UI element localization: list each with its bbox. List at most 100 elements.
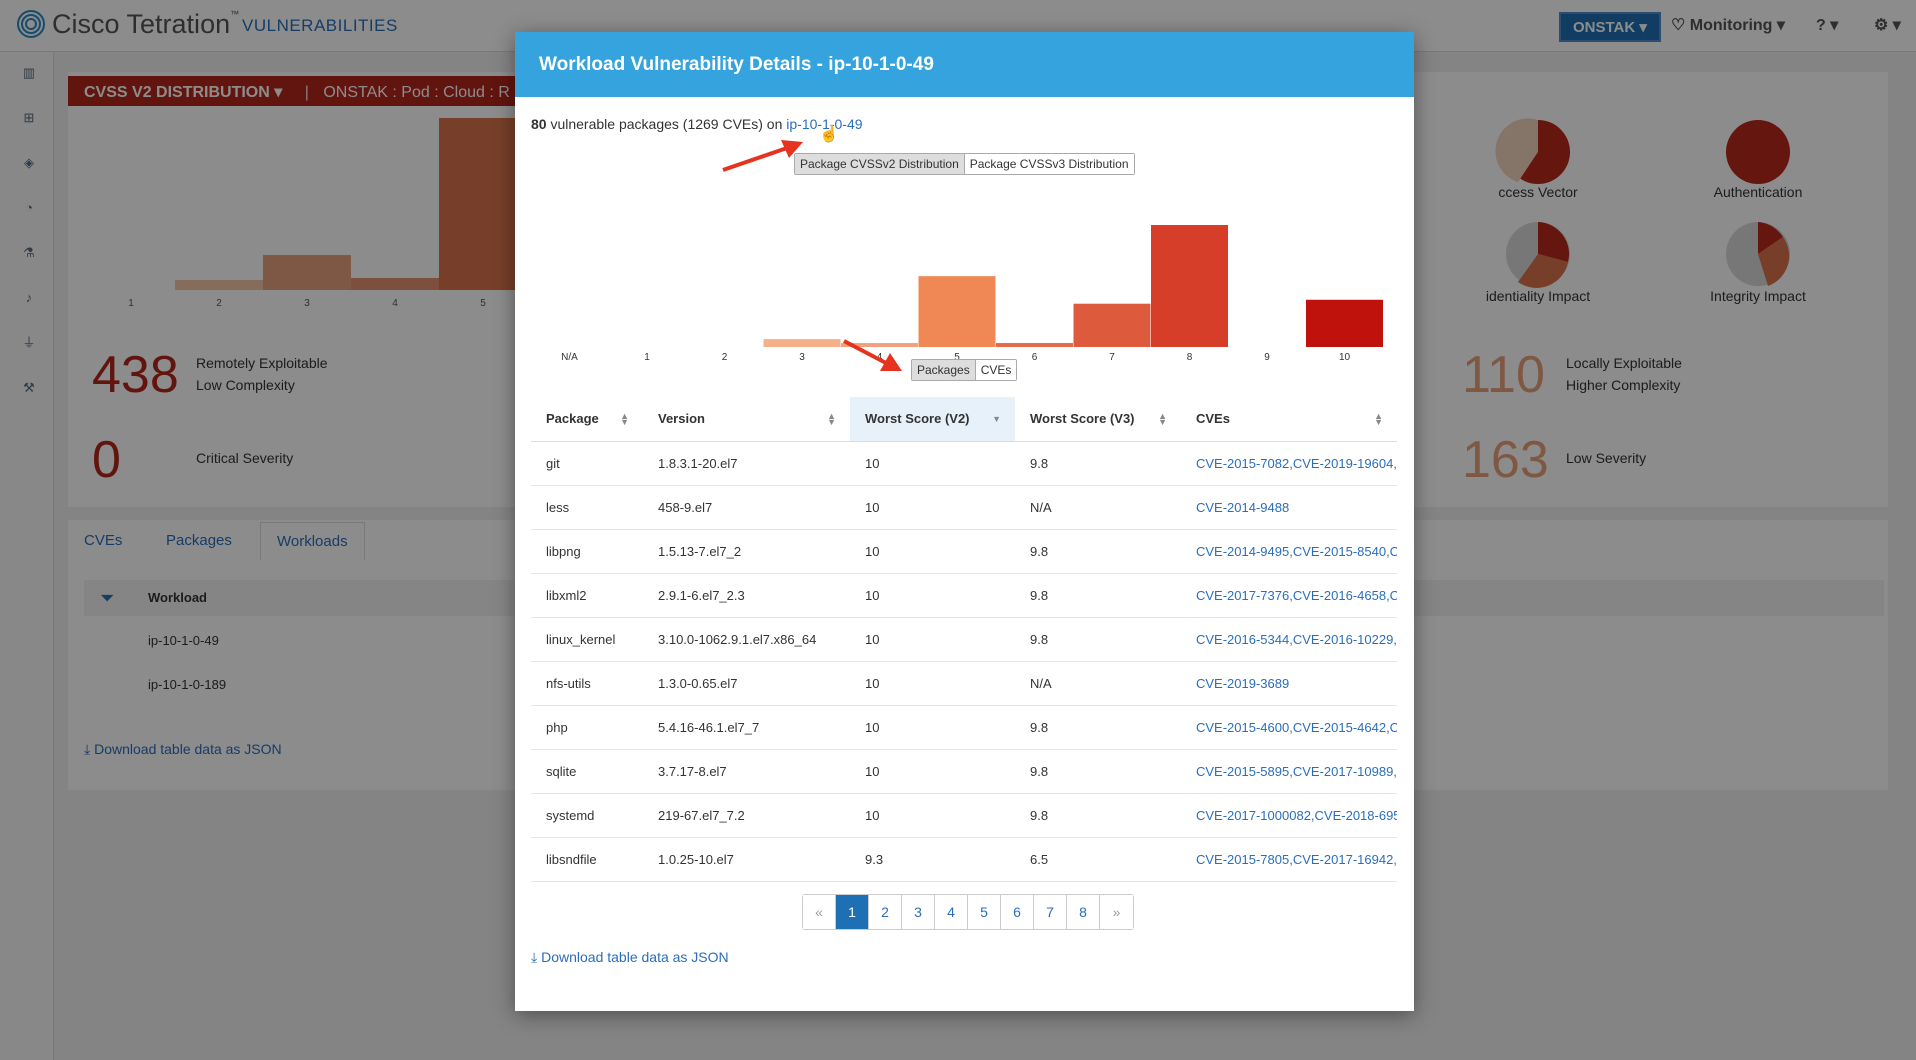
cell-worst-score-v2: 10 xyxy=(850,573,1015,618)
cell-version: 3.10.0-1062.9.1.el7.x86_64 xyxy=(643,617,850,662)
cell-version: 1.0.25-10.el7 xyxy=(643,837,850,882)
page-button[interactable]: 7 xyxy=(1034,895,1067,929)
table-row[interactable]: libsndfile 1.0.25-10.el7 9.3 6.5 CVE-2015-78… xyxy=(531,837,1397,882)
cell-worst-score-v2: 9.3 xyxy=(850,837,1015,882)
page-button[interactable]: 5 xyxy=(968,895,1001,929)
column-package[interactable]: Package ▲ ▼ xyxy=(531,397,643,442)
cve-links[interactable]: CVE-2019-3689 xyxy=(1196,676,1289,691)
table-row[interactable]: libpng 1.5.13-7.el7_2 10 9.8 CVE-2014-9495,C… xyxy=(531,529,1397,574)
chart-bar[interactable] xyxy=(918,276,996,347)
cell-worst-score-v2: 10 xyxy=(850,617,1015,662)
cell-version: 1.8.3.1-20.el7 xyxy=(643,441,850,486)
chart-bar[interactable] xyxy=(1151,225,1228,347)
table-row[interactable]: php 5.4.16-46.1.el7_7 10 9.8 CVE-2015-4600,C… xyxy=(531,705,1397,750)
chart-tick-label: N/A xyxy=(561,352,578,363)
cell-worst-score-v3: 6.5 xyxy=(1015,837,1181,882)
modal-title: Workload Vulnerability Details - ip-10-1… xyxy=(515,32,1414,97)
cell-worst-score-v3: N/A xyxy=(1015,485,1181,530)
column-version[interactable]: Version ▲ ▼ xyxy=(643,397,850,442)
workload-details-modal: Workload Vulnerability Details - ip-10-1… xyxy=(515,32,1414,1011)
chart-tick-label: 1 xyxy=(644,352,650,363)
cell-cves: CVE-2016-5344,CVE-2016-10229, xyxy=(1181,617,1397,662)
table-row[interactable]: libxml2 2.9.1-6.el7_2.3 10 9.8 CVE-2017-7376… xyxy=(531,573,1397,618)
page-prev-button[interactable]: « xyxy=(803,895,836,929)
column-worst-score-v3[interactable]: Worst Score (V3) ▲ ▼ xyxy=(1015,397,1181,442)
sort-icon: ▲ ▼ xyxy=(1158,411,1167,427)
chart-tick-label: 6 xyxy=(1032,352,1038,363)
table-row[interactable]: linux_kernel 3.10.0-1062.9.1.el7.x86_64 10… xyxy=(531,617,1397,662)
cell-worst-score-v3: 9.8 xyxy=(1015,617,1181,662)
table-row[interactable]: nfs-utils 1.3.0-0.65.el7 10 N/A CVE-2019-368… xyxy=(531,661,1397,706)
packages-table: Package ▲ ▼ Version ▲ ▼ Worst Score (V2) ▼ Wo… xyxy=(531,397,1397,882)
cell-worst-score-v2: 10 xyxy=(850,485,1015,530)
page-button[interactable]: 3 xyxy=(902,895,935,929)
chart-bar[interactable] xyxy=(996,343,1073,347)
cve-links[interactable]: CVE-2016-5344,CVE-2016-10229, xyxy=(1196,632,1397,647)
page-button[interactable]: 2 xyxy=(869,895,902,929)
cell-cves: CVE-2019-3689 xyxy=(1181,661,1397,706)
cell-version: 3.7.17-8.el7 xyxy=(643,749,850,794)
cell-package: nfs-utils xyxy=(531,661,643,706)
chart-bar[interactable] xyxy=(763,339,841,347)
chart-bar[interactable] xyxy=(1073,303,1151,347)
column-worst-score-v2[interactable]: Worst Score (V2) ▼ xyxy=(850,397,1015,442)
cell-worst-score-v2: 10 xyxy=(850,661,1015,706)
chart-bar[interactable] xyxy=(1306,299,1383,347)
cell-version: 458-9.el7 xyxy=(643,485,850,530)
distribution-toggle: Package CVSSv2 Distribution Package CVSS… xyxy=(794,153,1135,175)
cve-links[interactable]: CVE-2014-9495,CVE-2015-8540,C xyxy=(1196,544,1397,559)
download-icon: ⤓ xyxy=(531,949,538,965)
sort-icon: ▲ ▼ xyxy=(620,411,629,427)
cve-links[interactable]: CVE-2014-9488 xyxy=(1196,500,1289,515)
cvssv3-distribution-button[interactable]: Package CVSSv3 Distribution xyxy=(964,154,1134,174)
cell-cves: CVE-2015-4600,CVE-2015-4642,C xyxy=(1181,705,1397,750)
cell-worst-score-v3: 9.8 xyxy=(1015,441,1181,486)
cell-cves: CVE-2017-1000082,CVE-2018-695 xyxy=(1181,793,1397,838)
cell-version: 2.9.1-6.el7_2.3 xyxy=(643,573,850,618)
cell-cves: CVE-2014-9495,CVE-2015-8540,C xyxy=(1181,529,1397,574)
page-next-button[interactable]: » xyxy=(1100,895,1133,929)
chart-tick-label: 8 xyxy=(1187,352,1193,363)
cell-version: 5.4.16-46.1.el7_7 xyxy=(643,705,850,750)
cve-links[interactable]: CVE-2015-4600,CVE-2015-4642,C xyxy=(1196,720,1397,735)
cell-package: libsndfile xyxy=(531,837,643,882)
hand-pointer-cursor-icon: ☝ xyxy=(819,126,839,143)
table-row[interactable]: systemd 219-67.el7_7.2 10 9.8 CVE-2017-10000… xyxy=(531,793,1397,838)
cve-links[interactable]: CVE-2015-5895,CVE-2017-10989, xyxy=(1196,764,1397,779)
download-json-link[interactable]: ⤓ Download table data as JSON xyxy=(531,949,729,966)
cve-links[interactable]: CVE-2015-7805,CVE-2017-16942, xyxy=(1196,852,1397,867)
column-cves[interactable]: CVEs ▲ ▼ xyxy=(1181,397,1397,442)
table-row[interactable]: sqlite 3.7.17-8.el7 10 9.8 CVE-2015-5895,CVE… xyxy=(531,749,1397,794)
cell-worst-score-v2: 10 xyxy=(850,749,1015,794)
cell-cves: CVE-2015-5895,CVE-2017-10989, xyxy=(1181,749,1397,794)
chart-tick-label: 2 xyxy=(722,352,728,363)
table-row[interactable]: git 1.8.3.1-20.el7 10 9.8 CVE-2015-7082,CVE-… xyxy=(531,441,1397,486)
cell-worst-score-v3: 9.8 xyxy=(1015,793,1181,838)
page-button[interactable]: 6 xyxy=(1001,895,1034,929)
cell-worst-score-v2: 10 xyxy=(850,441,1015,486)
cvssv2-distribution-button[interactable]: Package CVSSv2 Distribution xyxy=(795,154,965,174)
cve-links[interactable]: CVE-2015-7082,CVE-2019-19604, xyxy=(1196,456,1397,471)
cve-links[interactable]: CVE-2017-1000082,CVE-2018-695 xyxy=(1196,808,1397,823)
cve-links[interactable]: CVE-2017-7376,CVE-2016-4658,C xyxy=(1196,588,1397,603)
cell-package: linux_kernel xyxy=(531,617,643,662)
sort-icon: ▲ ▼ xyxy=(1374,411,1383,427)
cell-version: 1.3.0-0.65.el7 xyxy=(643,661,850,706)
page-button[interactable]: 4 xyxy=(935,895,968,929)
sort-desc-icon: ▼ xyxy=(992,414,1001,424)
cell-worst-score-v3: 9.8 xyxy=(1015,573,1181,618)
annotation-arrow xyxy=(843,339,902,371)
cell-worst-score-v3: N/A xyxy=(1015,661,1181,706)
cell-package: sqlite xyxy=(531,749,643,794)
cves-view-button[interactable]: CVEs xyxy=(975,360,1017,380)
cell-cves: CVE-2015-7082,CVE-2019-19604, xyxy=(1181,441,1397,486)
cell-cves: CVE-2015-7805,CVE-2017-16942, xyxy=(1181,837,1397,882)
cell-worst-score-v2: 10 xyxy=(850,529,1015,574)
table-row[interactable]: less 458-9.el7 10 N/A CVE-2014-9488 xyxy=(531,485,1397,530)
page-button[interactable]: 8 xyxy=(1067,895,1100,929)
cell-package: git xyxy=(531,441,643,486)
packages-view-button[interactable]: Packages xyxy=(912,360,976,380)
view-toggle: Packages CVEs xyxy=(911,359,1018,381)
cell-worst-score-v2: 10 xyxy=(850,705,1015,750)
page-button[interactable]: 1 xyxy=(836,895,869,929)
